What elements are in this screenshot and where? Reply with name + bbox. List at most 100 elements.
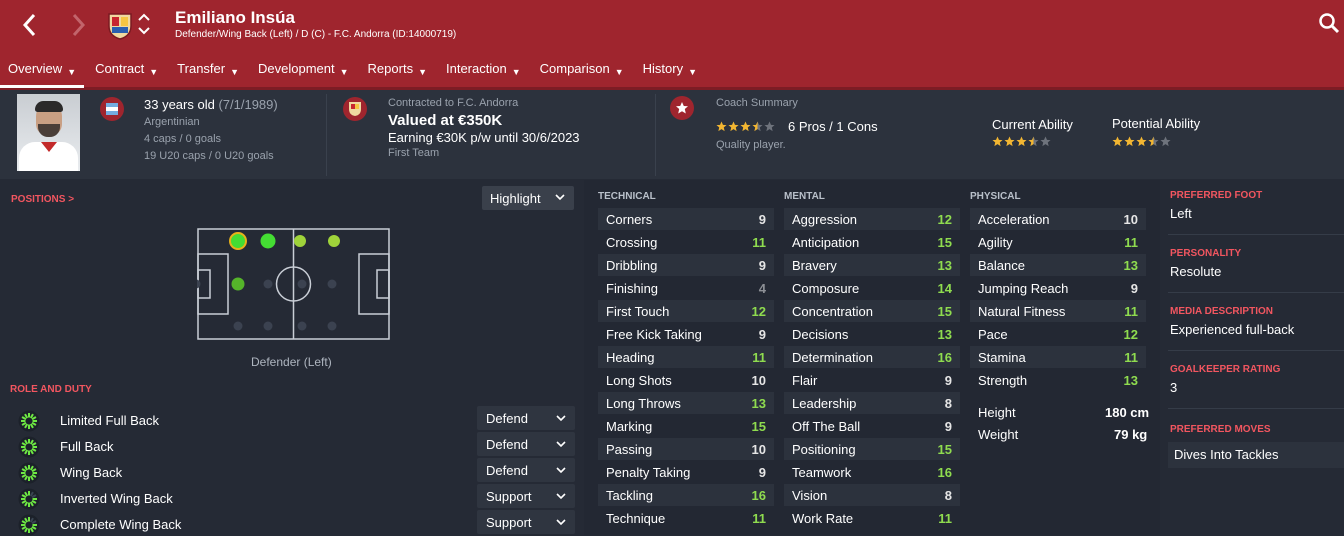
- attribute-name: Concentration: [792, 304, 873, 319]
- attribute-row[interactable]: First Touch 12: [598, 300, 774, 322]
- attribute-value: 13: [937, 327, 952, 342]
- attribute-row[interactable]: Penalty Taking 9: [598, 461, 774, 483]
- tab-development[interactable]: Development ▼: [250, 60, 357, 88]
- role-suitability-icon: [18, 462, 40, 484]
- attribute-row[interactable]: Bravery 13: [784, 254, 960, 276]
- attribute-row[interactable]: Leadership 8: [784, 392, 960, 414]
- attribute-row[interactable]: Tackling 16: [598, 484, 774, 506]
- role-row[interactable]: Wing Back Defend: [18, 458, 578, 484]
- attribute-value: 14: [937, 281, 952, 296]
- attribute-row[interactable]: Jumping Reach 9: [970, 277, 1146, 299]
- star-icon: [752, 121, 763, 132]
- tab-transfer[interactable]: Transfer ▼: [169, 60, 247, 88]
- attribute-row[interactable]: Acceleration 10: [970, 208, 1146, 230]
- role-row[interactable]: Complete Wing Back Support: [18, 510, 578, 536]
- attribute-row[interactable]: Finishing 4: [598, 277, 774, 299]
- role-name: Limited Full Back: [60, 413, 159, 428]
- attribute-row[interactable]: Agility 11: [970, 231, 1146, 253]
- star-icon: [1160, 136, 1171, 147]
- duty-dropdown[interactable]: Support: [477, 510, 575, 534]
- attribute-row[interactable]: Strength 13: [970, 369, 1146, 391]
- attribute-row[interactable]: Technique 11: [598, 507, 774, 529]
- tab-interaction[interactable]: Interaction ▼: [438, 60, 529, 88]
- attribute-row[interactable]: Long Shots 10: [598, 369, 774, 391]
- attribute-row[interactable]: Heading 11: [598, 346, 774, 368]
- attribute-value: 11: [752, 350, 766, 365]
- attribute-row[interactable]: Teamwork 16: [784, 461, 960, 483]
- player-switch-icon[interactable]: [137, 10, 151, 38]
- highlight-dropdown[interactable]: Highlight: [482, 186, 574, 210]
- forward-arrow-icon[interactable]: [68, 12, 88, 38]
- role-row[interactable]: Full Back Defend: [18, 432, 578, 458]
- nationality-text: Argentinian: [144, 116, 200, 128]
- player-photo[interactable]: [17, 94, 80, 171]
- attribute-name: Long Shots: [606, 373, 672, 388]
- pros-cons-text[interactable]: 6 Pros / 1 Cons: [788, 119, 878, 134]
- duty-dropdown[interactable]: Support: [477, 484, 575, 508]
- potential-ability-label: Potential Ability: [1112, 116, 1201, 131]
- attribute-value: 15: [937, 442, 952, 457]
- attribute-row[interactable]: Work Rate 11: [784, 507, 960, 529]
- attribute-row[interactable]: Anticipation 15: [784, 231, 960, 253]
- attribute-name: Natural Fitness: [978, 304, 1066, 319]
- current-ability-label: Current Ability: [992, 117, 1073, 132]
- attribute-row[interactable]: Decisions 13: [784, 323, 960, 345]
- attribute-row[interactable]: Free Kick Taking 9: [598, 323, 774, 345]
- role-name: Wing Back: [60, 465, 123, 480]
- duty-dropdown[interactable]: Defend: [477, 406, 575, 430]
- attribute-value: 13: [1123, 258, 1138, 273]
- tab-overview[interactable]: Overview ▼: [0, 60, 85, 88]
- attribute-row[interactable]: Determination 16: [784, 346, 960, 368]
- attribute-row[interactable]: Positioning 15: [784, 438, 960, 460]
- attribute-name: Free Kick Taking: [606, 327, 702, 342]
- search-icon[interactable]: [1318, 12, 1340, 34]
- tab-label: Reports: [367, 61, 414, 76]
- tab-contract[interactable]: Contract ▼: [87, 60, 166, 88]
- preferred-move-item[interactable]: Dives Into Tackles: [1168, 442, 1344, 468]
- attribute-row[interactable]: Off The Ball 9: [784, 415, 960, 437]
- duty-dropdown[interactable]: Defend: [477, 432, 575, 456]
- attribute-row[interactable]: Vision 8: [784, 484, 960, 506]
- technical-title: TECHNICAL: [598, 191, 656, 202]
- attribute-name: Composure: [792, 281, 860, 296]
- attribute-row[interactable]: Long Throws 13: [598, 392, 774, 414]
- tab-label: Transfer: [177, 61, 226, 76]
- attribute-name: Dribbling: [606, 258, 658, 273]
- attribute-row[interactable]: Natural Fitness 11: [970, 300, 1146, 322]
- role-row[interactable]: Limited Full Back Defend: [18, 406, 578, 432]
- chevron-down-icon: [556, 415, 566, 422]
- attribute-row[interactable]: Aggression 12: [784, 208, 960, 230]
- attribute-row[interactable]: Composure 14: [784, 277, 960, 299]
- chevron-down-icon: ▼: [614, 67, 624, 77]
- star-badge-icon: [670, 96, 694, 120]
- back-arrow-icon[interactable]: [20, 12, 40, 38]
- attribute-value: 9: [758, 212, 766, 227]
- attribute-row[interactable]: Crossing 11: [598, 231, 774, 253]
- role-row[interactable]: Inverted Wing Back Support: [18, 484, 578, 510]
- mental-title: MENTAL: [784, 191, 825, 202]
- attribute-row[interactable]: Pace 12: [970, 323, 1146, 345]
- attribute-name: Anticipation: [792, 235, 860, 250]
- attribute-row[interactable]: Dribbling 9: [598, 254, 774, 276]
- duty-dropdown[interactable]: Defend: [477, 458, 575, 482]
- preferred-moves-title: PREFERRED MOVES: [1170, 424, 1271, 435]
- tab-history[interactable]: History ▼: [635, 60, 705, 88]
- attribute-name: Jumping Reach: [978, 281, 1069, 296]
- attribute-row[interactable]: Concentration 15: [784, 300, 960, 322]
- media-description: MEDIA DESCRIPTION Experienced full-back: [1170, 306, 1295, 337]
- chevron-down-icon: [556, 441, 566, 448]
- attribute-row[interactable]: Corners 9: [598, 208, 774, 230]
- attribute-row[interactable]: Flair 9: [784, 369, 960, 391]
- attribute-value: 11: [938, 511, 952, 526]
- attribute-row[interactable]: Marking 15: [598, 415, 774, 437]
- star-icon: [1148, 136, 1159, 147]
- tab-comparison[interactable]: Comparison ▼: [532, 60, 632, 88]
- chevron-down-icon: ▼: [149, 67, 159, 77]
- attribute-value: 15: [751, 419, 766, 434]
- attribute-row[interactable]: Passing 10: [598, 438, 774, 460]
- attribute-name: Agility: [978, 235, 1013, 250]
- tab-reports[interactable]: Reports ▼: [360, 60, 435, 88]
- positions-title[interactable]: POSITIONS >: [11, 194, 74, 205]
- attribute-row[interactable]: Balance 13: [970, 254, 1146, 276]
- attribute-row[interactable]: Stamina 11: [970, 346, 1146, 368]
